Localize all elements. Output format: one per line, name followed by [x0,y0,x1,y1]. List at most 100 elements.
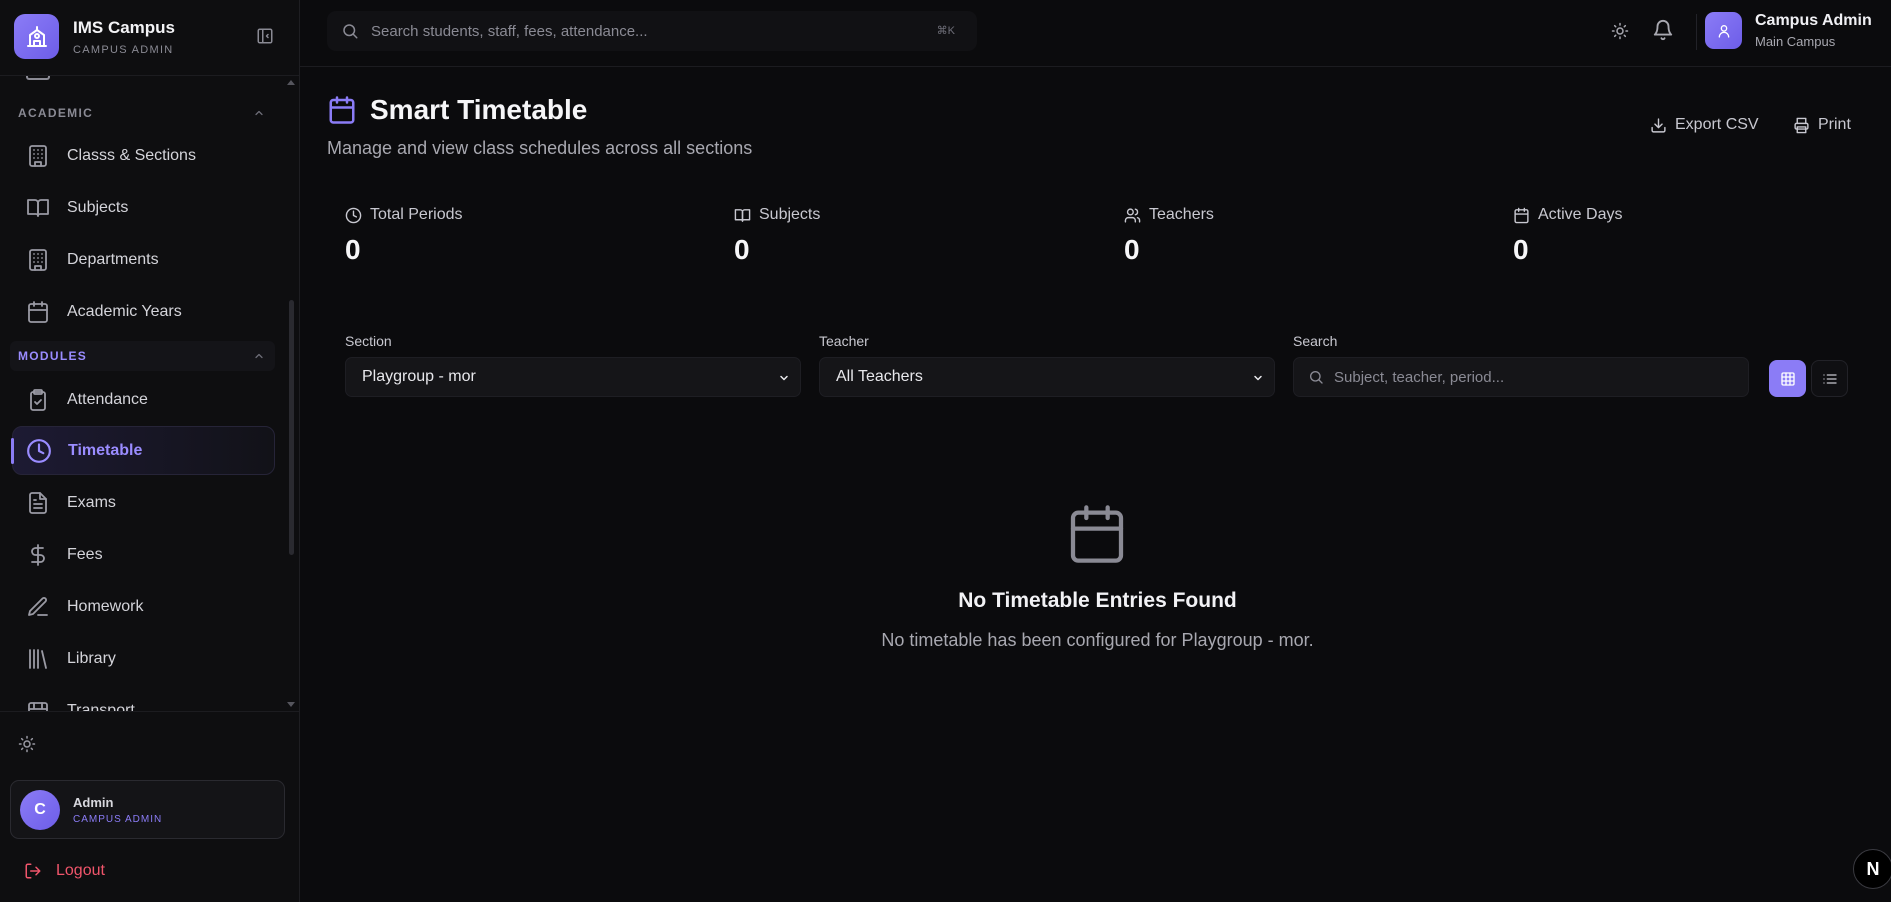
clipboard-check-icon [25,387,51,413]
stat-value: 0 [345,234,361,265]
print-label: Print [1818,116,1851,133]
empty-calendar-icon [1065,500,1129,568]
logout-button[interactable]: Logout [24,862,105,880]
section-select-value: Playgroup - mor [362,368,476,385]
dev-tools-badge[interactable]: N [1853,849,1891,889]
stat-value: 0 [1513,234,1529,265]
export-csv-button[interactable]: Export CSV [1650,116,1759,134]
sidebar-item-subjects[interactable]: Subjects [12,183,275,232]
printer-icon [1794,117,1809,133]
dollar-icon [25,542,51,568]
sidebar-item-timetable[interactable]: Timetable [11,426,275,475]
user-role: CAMPUS ADMIN [73,813,163,825]
sidebar-item-classes[interactable]: Classs & Sections [12,131,275,180]
active-indicator [11,438,14,464]
clock-icon [345,207,362,223]
clock-icon [26,438,52,464]
search-label: Search [1293,333,1338,349]
grid-icon [1780,371,1795,386]
user-card[interactable]: C Admin CAMPUS ADMIN [10,780,285,839]
avatar: C [20,789,60,830]
sidebar-item-transport[interactable]: Transport [12,686,275,711]
brand-subtitle: CAMPUS ADMIN [73,43,174,56]
bus-icon [25,698,51,711]
sidebar-item-label: Fees [67,545,103,563]
sidebar-scrollbar[interactable] [289,300,294,555]
list-view-button[interactable] [1811,360,1848,397]
building-icon [25,247,51,273]
building-icon [25,143,51,169]
sidebar-item-label: Subjects [67,198,129,216]
calendar-icon [25,299,51,325]
sidebar-item-label: Library [67,649,116,667]
stat-value: 0 [1124,234,1140,265]
group-modules[interactable]: MODULES [10,341,275,371]
stat-subjects: Subjects 0 [734,206,820,266]
user-menu[interactable]: Campus Admin Main Campus [1705,12,1872,49]
shortcut-hint: ⌘K [936,25,955,37]
bell-icon[interactable] [1652,19,1674,41]
top-user-campus: Main Campus [1755,34,1836,49]
scroll-down-arrow[interactable] [287,702,295,707]
stat-total-periods: Total Periods 0 [345,206,463,266]
empty-state-message: No timetable has been configured for Pla… [881,630,1314,650]
stat-value: 0 [734,234,750,265]
calendar-icon [1514,207,1529,223]
chevron-down-icon [780,375,788,381]
chevron-down-icon [1254,375,1262,381]
section-select[interactable]: Playgroup - mor [345,357,801,397]
chevron-up-icon [255,353,263,359]
sidebar-item-label: Exams [67,493,116,511]
brand-title: IMS Campus [73,17,176,37]
topbar: Search students, staff, fees, attendance… [300,0,1891,67]
timetable-search-input[interactable]: Subject, teacher, period... [1293,357,1749,397]
partial-nav-icon [26,76,50,80]
topbar-divider [1696,14,1697,50]
group-modules-label: MODULES [18,349,88,363]
school-icon [14,14,59,59]
download-icon [1651,117,1666,133]
logout-icon [25,863,41,879]
sidebar-nav[interactable]: ACADEMIC Classs & Sections Subjects Depa… [0,76,299,711]
page-title: Smart Timetable [370,94,588,125]
stat-label: Total Periods [370,206,463,223]
top-user-name: Campus Admin [1755,12,1872,29]
book-icon [25,195,51,221]
teacher-select-value: All Teachers [836,368,923,385]
book-icon [734,208,751,222]
teacher-select[interactable]: All Teachers [819,357,1275,397]
group-academic[interactable]: ACADEMIC [10,98,275,128]
sidebar-divider [0,711,299,712]
sidebar-item-academic-years[interactable]: Academic Years [12,287,275,336]
group-academic-label: ACADEMIC [18,106,94,120]
sidebar-item-fees[interactable]: Fees [12,530,275,579]
empty-state-title: No Timetable Entries Found [958,589,1237,612]
sidebar-item-label: Classs & Sections [67,146,196,164]
brand[interactable]: IMS Campus CAMPUS ADMIN [14,14,175,59]
chevron-up-icon [255,110,263,116]
section-label: Section [345,333,392,349]
print-button[interactable]: Print [1793,116,1851,134]
scroll-up-arrow[interactable] [287,80,295,85]
global-search-input[interactable]: Search students, staff, fees, attendance… [327,11,977,51]
sidebar-item-departments[interactable]: Departments [12,235,275,284]
sidebar-item-label: Departments [67,250,159,268]
user-name: Admin [73,794,114,810]
stat-label: Active Days [1538,206,1623,223]
user-icon [1705,12,1742,49]
sun-icon[interactable] [1609,20,1631,42]
stat-active-days: Active Days 0 [1513,206,1622,266]
search-icon [1310,371,1323,384]
sidebar-collapse-icon[interactable] [255,26,275,46]
sun-icon[interactable] [18,735,38,755]
stat-teachers: Teachers 0 [1124,206,1214,266]
file-text-icon [25,490,51,516]
sidebar-item-attendance[interactable]: Attendance [12,375,275,424]
sidebar-item-exams[interactable]: Exams [12,478,275,527]
search-icon [343,24,358,39]
sidebar-item-label: Attendance [67,390,148,408]
global-search-placeholder: Search students, staff, fees, attendance… [371,22,648,40]
grid-view-button[interactable] [1769,360,1806,397]
sidebar-item-label: Academic Years [67,302,182,320]
list-icon [1822,373,1837,384]
